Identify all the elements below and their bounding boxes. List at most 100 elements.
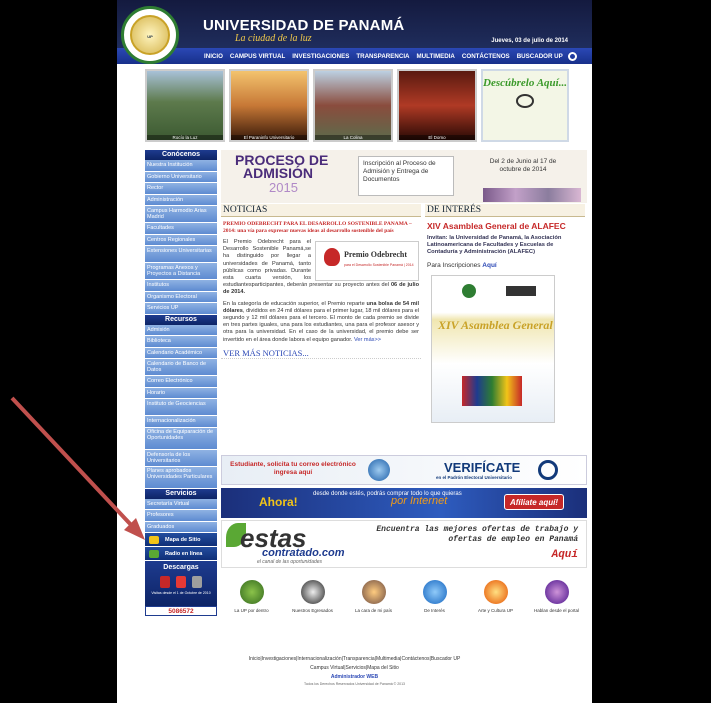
acrobat-icon[interactable] <box>176 576 186 588</box>
photo-rocio[interactable]: Rocío la Luz <box>145 69 225 142</box>
sidebar-item-organismo[interactable]: Organismo Electoral <box>145 291 217 303</box>
feature-label: La cara de mi país <box>354 608 393 613</box>
sidebar-item-gobierno[interactable]: Gobierno Universitario <box>145 171 217 183</box>
sidebar-item-facultades[interactable]: Facultades <box>145 223 217 235</box>
photo-domo[interactable]: El Domo <box>397 69 477 142</box>
photo-caption: El Domo <box>399 135 475 140</box>
admission-year: 2015 <box>269 180 298 195</box>
sidebar-item-admision[interactable]: Admisión <box>145 324 217 336</box>
sidebar-item-centros[interactable]: Centros Regionales <box>145 234 217 246</box>
sidebar-item-graduados[interactable]: Graduados <box>145 521 217 533</box>
seal-inner: UP <box>130 15 170 55</box>
news-p2-text-a: En la categoría de educación superior, e… <box>223 300 367 307</box>
feature-de-interes[interactable]: De Interés <box>406 580 464 613</box>
feature-label: Arte y Cultura UP <box>477 608 513 613</box>
email-request-link[interactable]: Estudiante, solicita tu correo electróni… <box>228 461 358 477</box>
visits-label: Visitas desde el 1 de Octubre de 2010 <box>151 591 211 595</box>
nav-inicio[interactable]: INICIO <box>204 53 223 60</box>
afiliate-button[interactable]: Afíliate aquí! <box>504 494 564 510</box>
sidebar-item-equiparacion[interactable]: Oficina de Equiparación de Oportunidades <box>145 427 217 450</box>
graduation-cap-icon <box>300 580 325 604</box>
footer-admin-link[interactable]: Administrador WEB <box>117 673 592 682</box>
news-heading: NOTICIAS <box>221 204 421 217</box>
interest-column: DE INTERÉS XIV Asamblea General de ALAFE… <box>425 204 585 423</box>
verificate-sub: en el Padrón Electoral Universitario <box>436 475 513 480</box>
sitemap-link[interactable]: Mapa de Sitio <box>145 533 217 547</box>
feature-cara-pais[interactable]: La cara de mi país <box>345 580 403 613</box>
sidebar-item-correo[interactable]: Correo Electrónico <box>145 376 217 388</box>
admission-info: Inscripción al Proceso de Admisión y Ent… <box>358 156 454 196</box>
admission-dates: Del 2 de Junio al 17 de octubre de 2014 <box>489 158 557 173</box>
footer-copyright: Todos los Derechos Reservados Universida… <box>303 682 406 686</box>
nav-transparencia[interactable]: TRANSPARENCIA <box>356 53 409 60</box>
sidebar-item-secretaria-virtual[interactable]: Secretaría Virtual <box>145 498 217 510</box>
sidebar-item-biblioteca[interactable]: Biblioteca <box>145 336 217 348</box>
photo-caption: El Paraninfo Universitario <box>231 135 307 140</box>
sidebar-item-internacionalizacion[interactable]: Internacionalización <box>145 416 217 428</box>
news-paragraph-1: Premio Odebrecht para el Desarrollo Sost… <box>223 239 419 297</box>
sidebar-item-planes[interactable]: Planes aprobados Universidades Particula… <box>145 466 217 489</box>
nav-campus-virtual[interactable]: CAMPUS VIRTUAL <box>230 53 285 60</box>
archive-icon[interactable] <box>192 576 202 588</box>
feature-hablan-portal[interactable]: Hablan desde el portal <box>528 580 586 613</box>
sidebar-item-servicios-up[interactable]: Servicios UP <box>145 303 217 315</box>
globe-icon <box>239 580 264 604</box>
interest-text: Invitan: la Universidad de Panamá, la As… <box>427 235 562 255</box>
interest-title[interactable]: XIV Asamblea General de ALAFEC <box>427 221 585 231</box>
sidebar-item-programas[interactable]: Programas Anexos y Proyectos a Distancia <box>145 263 217 280</box>
photo-colina[interactable]: La Colina <box>313 69 393 142</box>
inscripciones-line: Para Inscripciones Aquí <box>427 262 585 269</box>
face-icon <box>361 580 386 604</box>
sidebar-item-campus[interactable]: Campus Harmodio Arias Madrid <box>145 206 217 223</box>
sidebar-item-geociencias[interactable]: Instituto de Geociencias <box>145 399 217 416</box>
jobs-aqui-link[interactable]: Aquí <box>552 549 578 561</box>
sidebar-item-defensoria[interactable]: Defensoría de los Universitarios <box>145 449 217 467</box>
odebrecht-sub: para el Desarrollo Sostenible Panamá | 2… <box>344 263 414 267</box>
nav-investigaciones[interactable]: INVESTIGACIONES <box>292 53 349 60</box>
nav-multimedia[interactable]: MULTIMEDIA <box>417 53 455 60</box>
footer-links-1[interactable]: Inicio|Investigaciones|Internacionalizac… <box>117 655 592 664</box>
poster-flags <box>462 376 522 406</box>
news-column: NOTICIAS PREMIO ODEBRECHT PARA EL DESARR… <box>221 204 421 359</box>
header-date: Jueves, 03 de julio de 2014 <box>491 38 568 44</box>
sidebar-item-calendario[interactable]: Calendario Académico <box>145 347 217 359</box>
pdf-icon[interactable] <box>160 576 170 588</box>
shopping-banner[interactable]: Ahora! desde donde estés, podrás comprar… <box>221 488 587 518</box>
feature-egresados[interactable]: Nuestros Egresados <box>284 580 342 613</box>
nav-buscador[interactable]: BUSCADOR UP <box>517 53 563 60</box>
sidebar-item-institucion[interactable]: Nuestra Institución <box>145 160 217 172</box>
verificate-title[interactable]: VERIFÍCATE <box>444 460 520 475</box>
sidebar-item-horario[interactable]: Horario <box>145 387 217 399</box>
sidebar-item-extensiones[interactable]: Extensiones Universitarias <box>145 246 217 263</box>
admission-photo <box>483 188 581 202</box>
odebrecht-name: Premio Odebrecht <box>344 250 408 259</box>
admission-banner[interactable]: PROCESO DE ADMISIÓN 2015 Inscripción al … <box>221 150 587 203</box>
university-seal-logo[interactable]: UP <box>121 6 179 64</box>
alafec-poster[interactable]: XIV Asamblea General <box>431 275 555 423</box>
feature-label: Nuestros Egresados <box>292 608 333 613</box>
news-paragraph-2: En la categoría de educación superior, e… <box>223 301 419 344</box>
radio-link[interactable]: Radio en línea <box>145 547 217 561</box>
photo-paraninfo[interactable]: El Paraninfo Universitario <box>229 69 309 142</box>
inscripciones-link[interactable]: Aquí <box>482 262 496 269</box>
sidebar-item-administracion[interactable]: Administración <box>145 194 217 206</box>
sidebar-item-institutos[interactable]: Institutos <box>145 280 217 292</box>
sidebar-item-rector[interactable]: Rector <box>145 183 217 195</box>
news-title[interactable]: PREMIO ODEBRECHT PARA EL DESARROLLO SOST… <box>223 221 419 235</box>
eye-icon <box>538 460 558 480</box>
ver-mas-link[interactable]: Ver más>> <box>354 337 381 343</box>
sidebar-item-profesores[interactable]: Profesores <box>145 510 217 522</box>
feature-arte-cultura[interactable]: Arte y Cultura UP <box>467 580 525 613</box>
jobs-banner[interactable]: estas contratado.com el canal de las opo… <box>221 520 587 568</box>
downloads-box: Descargas Visitas desde el 1 de Octubre … <box>145 561 217 606</box>
footer-links-2[interactable]: Campus Virtual|Servicios|Mapa del Sitio <box>117 664 592 673</box>
sidebar-item-calendario-banco[interactable]: Calendario de Banco de Datos <box>145 359 217 376</box>
search-icon[interactable] <box>567 51 577 61</box>
descubrelo-banner[interactable]: Descúbrelo Aquí... <box>481 69 569 142</box>
more-news-link[interactable]: VER MÁS NOTICIAS... <box>221 348 421 359</box>
section-header-recursos: Recursos <box>145 314 217 325</box>
contratado-text: contratado.com <box>262 547 345 559</box>
nav-contactenos[interactable]: CONTÁCTENOS <box>462 53 510 60</box>
feature-up-por-dentro[interactable]: La UP por dentro <box>223 580 281 613</box>
header: UNIVERSIDAD DE PANAMÁ La ciudad de la lu… <box>117 0 592 48</box>
